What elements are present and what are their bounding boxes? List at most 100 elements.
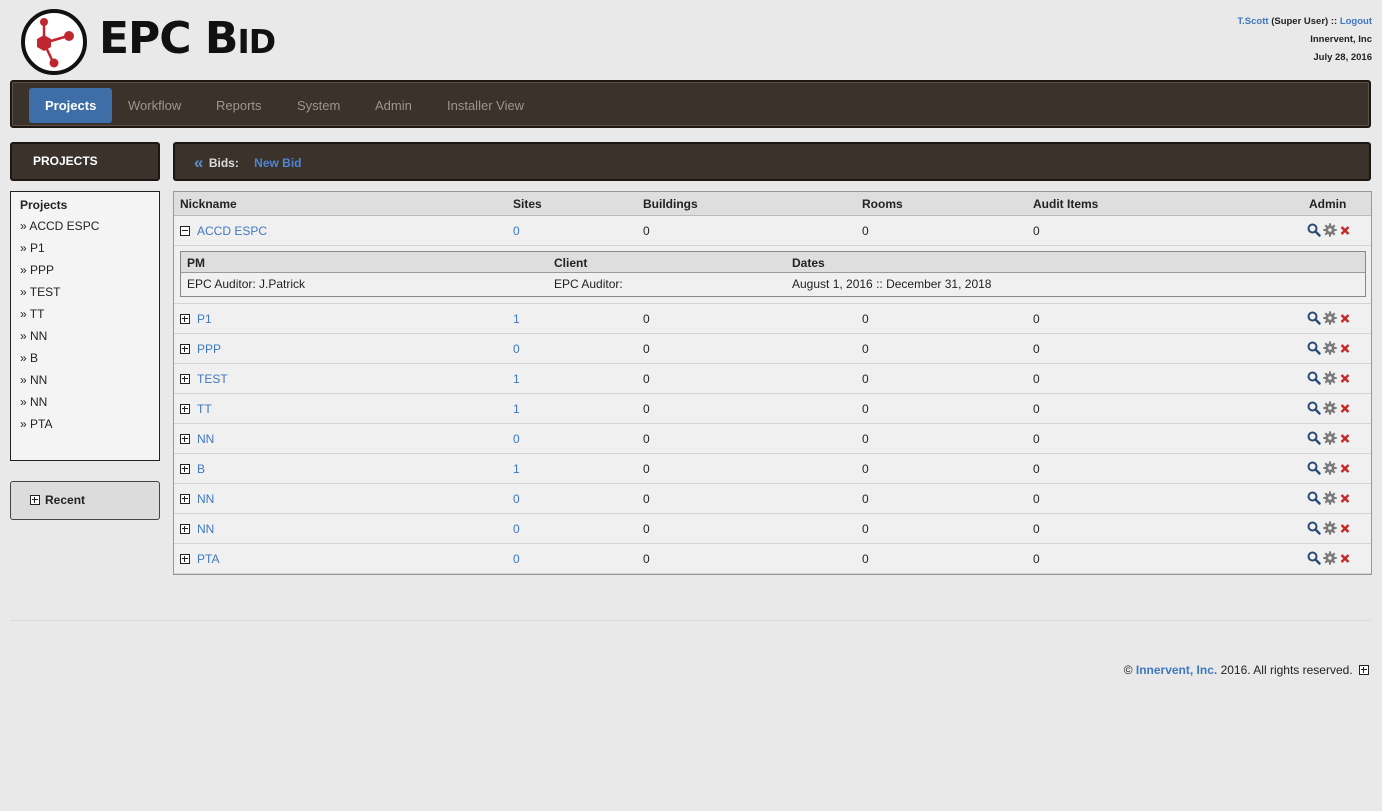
new-bid-link[interactable]: New Bid [254,156,301,170]
expand-icon[interactable] [180,523,190,534]
footer-expand-icon[interactable] [1359,664,1369,675]
nickname-link[interactable]: NN [197,432,214,446]
sites-link[interactable]: 0 [513,342,520,356]
nickname-link[interactable]: TEST [197,372,228,386]
delete-x-icon[interactable] [1339,521,1351,538]
audit-items-cell: 0 [1033,552,1040,566]
detail-col-client: Client [554,256,588,270]
sidebar-item-ppp[interactable]: » PPP [20,263,150,285]
nickname-cell: TT [180,402,212,416]
sidebar-item-nn[interactable]: » NN [20,395,150,417]
settings-gear-icon[interactable] [1323,431,1337,448]
nickname-link[interactable]: NN [197,492,214,506]
expand-icon[interactable] [180,463,190,474]
view-search-icon[interactable] [1307,371,1321,388]
sites-link[interactable]: 1 [513,462,520,476]
breadcrumb-label: Bids: [208,156,239,170]
nav-reports[interactable]: Reports [200,88,278,123]
view-search-icon[interactable] [1307,311,1321,328]
sidebar-item-pta[interactable]: » PTA [20,417,150,439]
settings-gear-icon[interactable] [1323,223,1337,240]
view-search-icon[interactable] [1307,521,1321,538]
sidebar-item-accd-espc[interactable]: » ACCD ESPC [20,219,150,241]
view-search-icon[interactable] [1307,461,1321,478]
back-chevron-icon[interactable]: « [194,153,203,172]
buildings-cell: 0 [643,342,650,356]
sites-link[interactable]: 1 [513,372,520,386]
settings-gear-icon[interactable] [1323,401,1337,418]
view-search-icon[interactable] [1307,491,1321,508]
sidebar-item-p1[interactable]: » P1 [20,241,150,263]
settings-gear-icon[interactable] [1323,551,1337,568]
nickname-link[interactable]: NN [197,522,214,536]
nickname-cell: B [180,462,205,476]
nickname-cell: NN [180,492,214,506]
expand-icon[interactable] [180,373,190,384]
settings-gear-icon[interactable] [1323,521,1337,538]
delete-x-icon[interactable] [1339,491,1351,508]
nickname-cell: NN [180,522,214,536]
sidebar-item-b[interactable]: » B [20,351,150,373]
expand-icon[interactable] [180,313,190,324]
delete-x-icon[interactable] [1339,431,1351,448]
nav-installer-view[interactable]: Installer View [431,88,540,123]
view-search-icon[interactable] [1307,341,1321,358]
delete-x-icon[interactable] [1339,371,1351,388]
sites-link[interactable]: 0 [513,224,520,238]
settings-gear-icon[interactable] [1323,461,1337,478]
view-search-icon[interactable] [1307,431,1321,448]
nav-system[interactable]: System [281,88,356,123]
nav-workflow[interactable]: Workflow [112,88,197,123]
nav-admin[interactable]: Admin [359,88,428,123]
user-info: T.Scott (Super User) :: Logout Innervent… [1237,13,1372,67]
delete-x-icon[interactable] [1339,223,1351,240]
settings-gear-icon[interactable] [1323,341,1337,358]
nickname-link[interactable]: ACCD ESPC [197,224,267,238]
view-search-icon[interactable] [1307,223,1321,240]
expand-icon[interactable] [180,433,190,444]
audit-items-cell: 0 [1033,522,1040,536]
nickname-link[interactable]: PTA [197,552,219,566]
view-search-icon[interactable] [1307,551,1321,568]
sites-link[interactable]: 0 [513,492,520,506]
expand-icon[interactable] [180,553,190,564]
table-row: NN 0 0 0 0 [174,514,1371,544]
delete-x-icon[interactable] [1339,401,1351,418]
sidebar-item-tt[interactable]: » TT [20,307,150,329]
rooms-cell: 0 [862,552,869,566]
rooms-cell: 0 [862,342,869,356]
settings-gear-icon[interactable] [1323,311,1337,328]
recent-toggle[interactable]: Recent [10,481,160,520]
admin-actions [1307,223,1351,240]
view-search-icon[interactable] [1307,401,1321,418]
sites-link[interactable]: 0 [513,552,520,566]
logout-link[interactable]: Logout [1340,16,1372,27]
footer-brand-link[interactable]: Innervent, Inc. [1136,663,1217,677]
nickname-link[interactable]: B [197,462,205,476]
expand-icon[interactable] [180,403,190,414]
delete-x-icon[interactable] [1339,341,1351,358]
sidebar-item-nn[interactable]: » NN [20,373,150,395]
projects-sidebar: Projects » ACCD ESPC » P1 » PPP » TEST »… [10,191,160,461]
nav-projects[interactable]: Projects [29,88,113,123]
nickname-link[interactable]: TT [197,402,212,416]
delete-x-icon[interactable] [1339,311,1351,328]
username-link[interactable]: T.Scott [1237,16,1268,27]
sites-link[interactable]: 1 [513,402,520,416]
nickname-link[interactable]: P1 [197,312,212,326]
expand-icon[interactable] [180,343,190,354]
nickname-link[interactable]: PPP [197,342,221,356]
sites-link[interactable]: 1 [513,312,520,326]
settings-gear-icon[interactable] [1323,371,1337,388]
table-row: NN 0 0 0 0 [174,424,1371,454]
settings-gear-icon[interactable] [1323,491,1337,508]
collapse-icon[interactable] [180,225,190,236]
sidebar-item-test[interactable]: » TEST [20,285,150,307]
audit-items-cell: 0 [1033,372,1040,386]
sidebar-item-nn[interactable]: » NN [20,329,150,351]
delete-x-icon[interactable] [1339,461,1351,478]
sites-link[interactable]: 0 [513,432,520,446]
delete-x-icon[interactable] [1339,551,1351,568]
expand-icon[interactable] [180,493,190,504]
sites-link[interactable]: 0 [513,522,520,536]
